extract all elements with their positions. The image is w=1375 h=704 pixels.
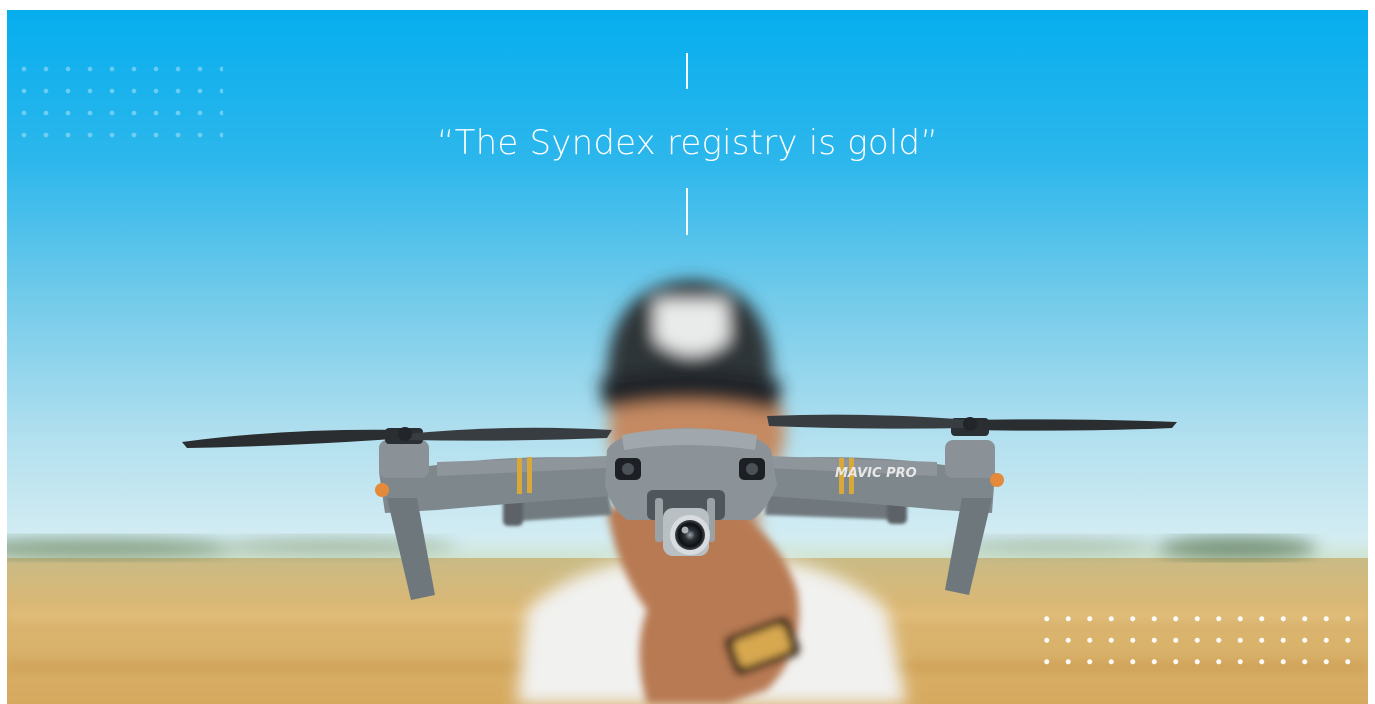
divider-line-bottom [686,188,688,235]
hero-banner: MAVIC PRO “The Syndex registry is gold” [7,10,1368,704]
testimonial-quote: “The Syndex registry is gold” [436,123,939,163]
dot-grid-decoration-bottom-right [1036,608,1358,668]
divider-line-top [686,53,688,89]
drone-brand-label: MAVIC PRO [835,466,917,481]
